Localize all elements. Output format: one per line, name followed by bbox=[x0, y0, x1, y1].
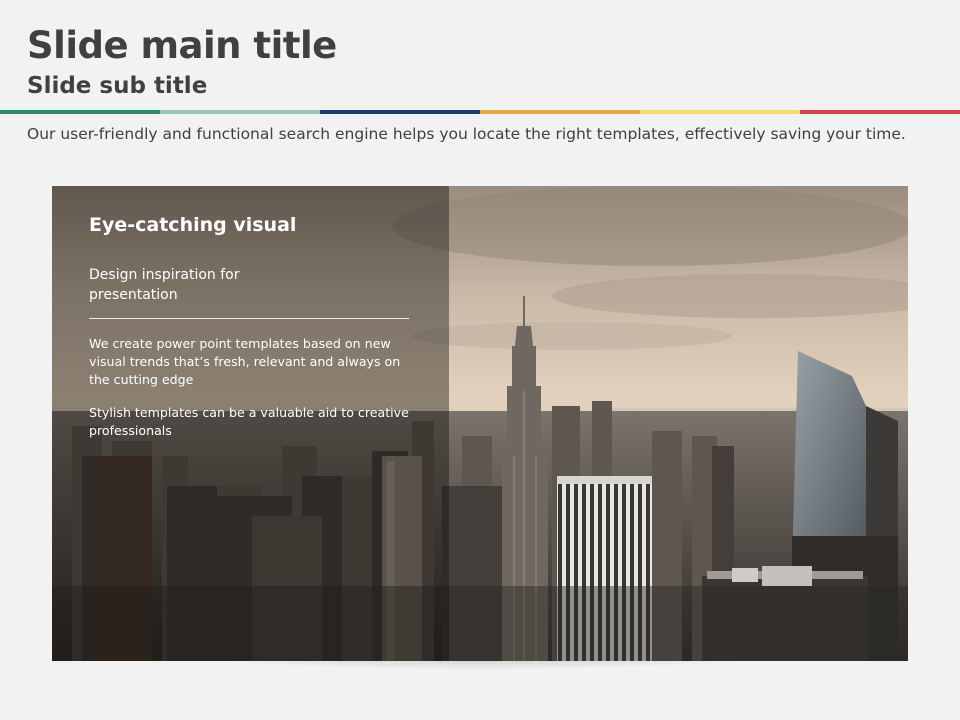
color-bar-segment-5 bbox=[640, 110, 800, 114]
color-bar-segment-2 bbox=[160, 110, 320, 114]
color-bar-segment-4 bbox=[480, 110, 640, 114]
overlay-paragraph-1: We create power point templates based on… bbox=[89, 336, 401, 387]
photo-text-overlay: Eye-catching visual Design inspiration f… bbox=[52, 186, 449, 661]
overlay-subtitle: Design inspiration for presentation bbox=[89, 267, 240, 303]
color-bar-segment-3 bbox=[320, 110, 480, 114]
overlay-title: Eye-catching visual bbox=[89, 214, 297, 236]
color-bar-segment-6 bbox=[800, 110, 960, 114]
overlay-divider bbox=[89, 318, 409, 319]
slide-body-text: Our user-friendly and functional search … bbox=[27, 125, 906, 143]
city-skyline-photo: Eye-catching visual Design inspiration f… bbox=[52, 186, 908, 661]
color-bar bbox=[0, 110, 960, 114]
overlay-paragraph-2: Stylish templates can be a valuable aid … bbox=[89, 405, 409, 438]
slide-subtitle: Slide sub title bbox=[27, 73, 208, 99]
slide-title: Slide main title bbox=[27, 24, 337, 67]
color-bar-segment-1 bbox=[0, 110, 160, 114]
